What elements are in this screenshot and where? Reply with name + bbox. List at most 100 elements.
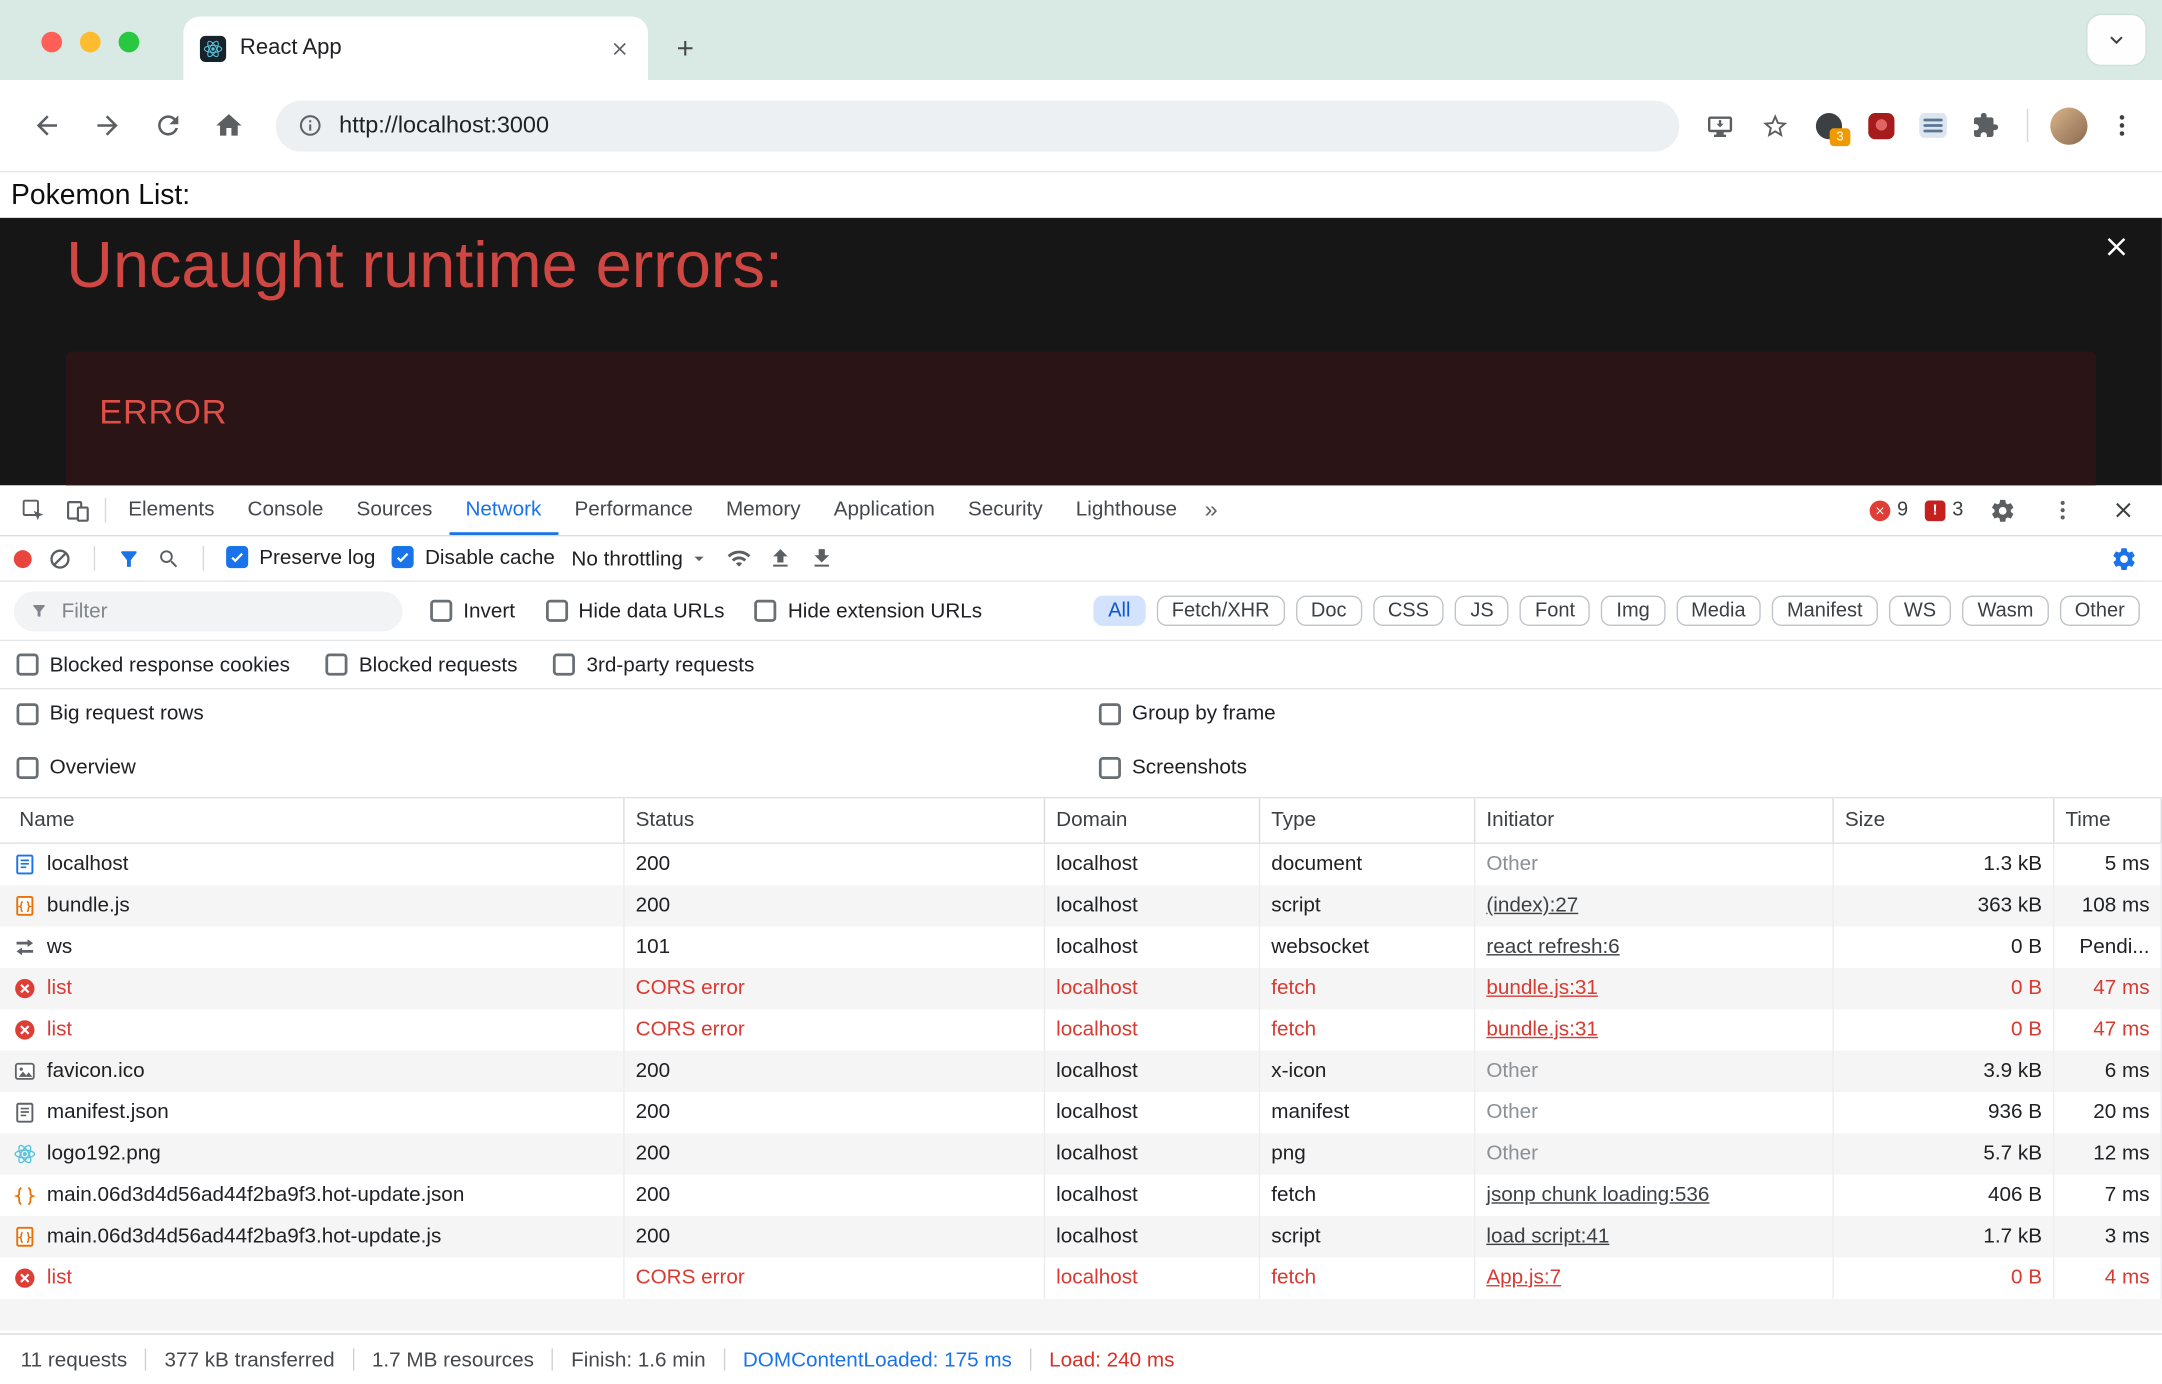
filter-type-pill-fetch-xhr[interactable]: Fetch/XHR bbox=[1157, 596, 1285, 626]
overview-checkbox[interactable]: Overview bbox=[17, 756, 136, 779]
3rd-party-requests-checkbox[interactable]: 3rd-party requests bbox=[553, 653, 754, 676]
network-request-row[interactable]: bundle.js200localhostscript(index):27363… bbox=[0, 885, 2162, 926]
console-error-badge[interactable]: 9 bbox=[1869, 499, 1908, 521]
filter-type-pill-doc[interactable]: Doc bbox=[1296, 596, 1362, 626]
site-info-icon[interactable] bbox=[298, 113, 323, 138]
disable-cache-checkbox[interactable]: Disable cache bbox=[392, 546, 555, 569]
request-initiator-cell[interactable]: jsonp chunk loading:536 bbox=[1475, 1175, 1833, 1216]
zoom-window-button[interactable] bbox=[119, 32, 140, 53]
request-initiator-cell[interactable]: (index):27 bbox=[1475, 885, 1833, 926]
devtools-tab-lighthouse[interactable]: Lighthouse bbox=[1059, 485, 1193, 535]
filter-type-pill-img[interactable]: Img bbox=[1601, 596, 1665, 626]
request-name-cell[interactable]: logo192.png bbox=[0, 1133, 625, 1174]
devtools-tab-sources[interactable]: Sources bbox=[340, 485, 449, 535]
column-header-size[interactable]: Size bbox=[1834, 798, 2055, 842]
column-header-status[interactable]: Status bbox=[625, 798, 1046, 842]
column-header-name[interactable]: Name bbox=[0, 798, 625, 842]
filter-type-pill-wasm[interactable]: Wasm bbox=[1962, 596, 2048, 626]
request-initiator-cell[interactable]: bundle.js:31 bbox=[1475, 1009, 1833, 1050]
forward-button[interactable] bbox=[80, 98, 135, 153]
address-bar[interactable]: http://localhost:3000 bbox=[276, 100, 1680, 151]
request-name-cell[interactable]: ws bbox=[0, 927, 625, 968]
network-conditions-icon[interactable] bbox=[727, 546, 752, 571]
network-request-row[interactable]: logo192.png200localhostpngOther5.7 kB12 … bbox=[0, 1133, 2162, 1174]
device-toolbar-icon[interactable] bbox=[55, 489, 99, 530]
devtools-tab-application[interactable]: Application bbox=[817, 485, 951, 535]
browser-tab[interactable]: React App bbox=[183, 17, 648, 80]
back-button[interactable] bbox=[19, 98, 74, 153]
devtools-tab-console[interactable]: Console bbox=[231, 485, 340, 535]
network-request-row[interactable]: listCORS errorlocalhostfetchbundle.js:31… bbox=[0, 1009, 2162, 1050]
browser-menu-icon[interactable] bbox=[2101, 98, 2142, 153]
network-request-row[interactable]: manifest.json200localhostmanifestOther93… bbox=[0, 1092, 2162, 1133]
import-har-icon[interactable] bbox=[768, 546, 793, 571]
inspect-element-icon[interactable] bbox=[11, 489, 55, 530]
extension-icon-3[interactable] bbox=[1914, 106, 1953, 145]
network-request-row[interactable]: favicon.ico200localhostx-iconOther3.9 kB… bbox=[0, 1051, 2162, 1092]
group-by-frame-checkbox[interactable]: Group by frame bbox=[1099, 702, 1276, 725]
tab-search-button[interactable] bbox=[2088, 15, 2146, 65]
network-filter-box[interactable] bbox=[14, 591, 403, 631]
filter-type-pill-css[interactable]: CSS bbox=[1373, 596, 1444, 626]
column-header-initiator[interactable]: Initiator bbox=[1475, 798, 1833, 842]
reload-button[interactable] bbox=[141, 98, 196, 153]
request-name-cell[interactable]: bundle.js bbox=[0, 885, 625, 926]
filter-type-pill-manifest[interactable]: Manifest bbox=[1772, 596, 1878, 626]
request-initiator-cell[interactable]: react refresh:6 bbox=[1475, 927, 1833, 968]
filter-type-pill-font[interactable]: Font bbox=[1520, 596, 1590, 626]
export-har-icon[interactable] bbox=[810, 546, 835, 571]
filter-type-pill-js[interactable]: JS bbox=[1455, 596, 1509, 626]
filter-toggle-icon[interactable] bbox=[117, 547, 140, 570]
throttling-dropdown[interactable]: No throttling bbox=[571, 547, 710, 570]
network-settings-gear-icon[interactable] bbox=[2111, 545, 2137, 571]
issues-badge[interactable]: ! 3 bbox=[1925, 499, 1964, 521]
filter-type-pill-ws[interactable]: WS bbox=[1889, 596, 1952, 626]
devtools-settings-gear-icon[interactable] bbox=[1980, 489, 2024, 530]
column-header-domain[interactable]: Domain bbox=[1045, 798, 1260, 842]
network-request-row[interactable]: main.06d3d4d56ad44f2ba9f3.hot-update.jso… bbox=[0, 1175, 2162, 1216]
record-network-log-button[interactable] bbox=[14, 549, 32, 567]
hide-data-urls-checkbox[interactable]: Hide data URLs bbox=[545, 599, 724, 622]
filter-type-pill-other[interactable]: Other bbox=[2060, 596, 2140, 626]
network-request-row[interactable]: localhost200localhostdocumentOther1.3 kB… bbox=[0, 844, 2162, 885]
url-text[interactable]: http://localhost:3000 bbox=[339, 112, 549, 140]
network-request-row[interactable]: listCORS errorlocalhostfetchbundle.js:31… bbox=[0, 968, 2162, 1009]
request-name-cell[interactable]: main.06d3d4d56ad44f2ba9f3.hot-update.jso… bbox=[0, 1175, 625, 1216]
devtools-menu-icon[interactable] bbox=[2041, 489, 2085, 530]
more-tabs-icon[interactable]: » bbox=[1194, 496, 1229, 524]
network-request-row[interactable]: ws101localhostwebsocketreact refresh:60 … bbox=[0, 927, 2162, 968]
minimize-window-button[interactable] bbox=[80, 32, 101, 53]
request-name-cell[interactable]: favicon.ico bbox=[0, 1051, 625, 1092]
request-initiator-cell[interactable]: load script:41 bbox=[1475, 1216, 1833, 1257]
devtools-tab-memory[interactable]: Memory bbox=[709, 485, 817, 535]
request-name-cell[interactable]: list bbox=[0, 1257, 625, 1298]
search-network-icon[interactable] bbox=[157, 547, 180, 570]
request-name-cell[interactable]: list bbox=[0, 1009, 625, 1050]
home-button[interactable] bbox=[201, 98, 256, 153]
extension-icon-1[interactable]: 3 bbox=[1809, 106, 1848, 145]
devtools-tab-performance[interactable]: Performance bbox=[558, 485, 709, 535]
blocked-response-cookies-checkbox[interactable]: Blocked response cookies bbox=[17, 653, 290, 676]
profile-avatar[interactable] bbox=[2050, 107, 2087, 144]
network-request-row[interactable]: main.06d3d4d56ad44f2ba9f3.hot-update.js2… bbox=[0, 1216, 2162, 1257]
close-window-button[interactable] bbox=[41, 32, 62, 53]
new-tab-button[interactable] bbox=[665, 28, 706, 69]
extension-icon-2[interactable] bbox=[1861, 106, 1900, 145]
devtools-tab-elements[interactable]: Elements bbox=[112, 485, 231, 535]
extensions-puzzle-icon[interactable] bbox=[1966, 106, 2005, 145]
devtools-tab-network[interactable]: Network bbox=[449, 485, 558, 535]
devtools-close-icon[interactable] bbox=[2101, 489, 2145, 530]
overlay-close-icon[interactable] bbox=[2099, 229, 2135, 265]
network-filter-input[interactable] bbox=[59, 598, 386, 624]
request-name-cell[interactable]: main.06d3d4d56ad44f2ba9f3.hot-update.js bbox=[0, 1216, 625, 1257]
install-app-icon[interactable] bbox=[1699, 98, 1740, 153]
screenshots-checkbox[interactable]: Screenshots bbox=[1099, 756, 1247, 779]
request-name-cell[interactable]: list bbox=[0, 968, 625, 1009]
request-initiator-cell[interactable]: App.js:7 bbox=[1475, 1257, 1833, 1298]
tab-close-icon[interactable] bbox=[607, 36, 632, 61]
blocked-requests-checkbox[interactable]: Blocked requests bbox=[326, 653, 518, 676]
big-request-rows-checkbox[interactable]: Big request rows bbox=[17, 702, 204, 725]
filter-type-pill-media[interactable]: Media bbox=[1676, 596, 1761, 626]
filter-type-pill-all[interactable]: All bbox=[1093, 596, 1146, 626]
column-header-type[interactable]: Type bbox=[1260, 798, 1475, 842]
